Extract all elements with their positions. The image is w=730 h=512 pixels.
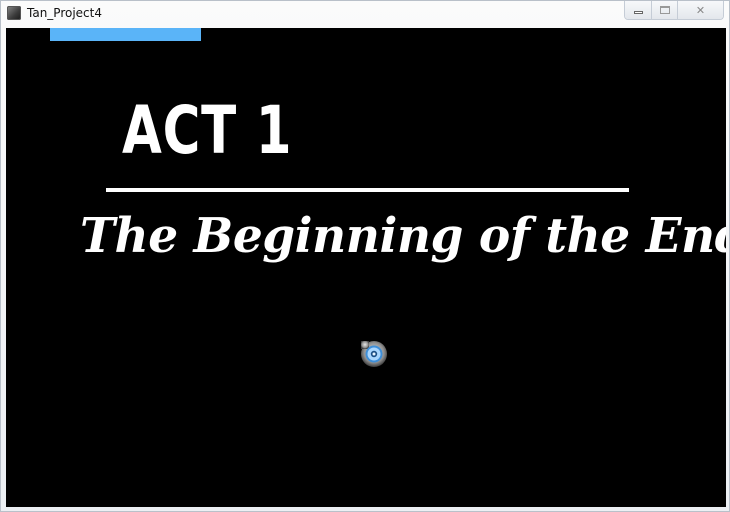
act-subtitle: The Beginning of the End: [80, 208, 726, 264]
app-window: Tan_Project4 ✕ ACT 1 The Beginning of th…: [0, 0, 730, 512]
window-title: Tan_Project4: [27, 6, 102, 20]
act-title: ACT 1: [122, 92, 293, 169]
close-icon: ✕: [695, 3, 706, 17]
app-icon[interactable]: [7, 6, 21, 20]
close-button[interactable]: ✕: [677, 1, 723, 19]
title-divider: [106, 188, 629, 192]
loading-progress-bar: [50, 28, 201, 41]
maximize-icon: [659, 6, 670, 14]
window-controls: ✕: [624, 1, 724, 20]
game-canvas[interactable]: ACT 1 The Beginning of the End: [6, 28, 726, 507]
minimize-icon: [633, 10, 643, 14]
minimize-button[interactable]: [625, 1, 651, 19]
title-bar[interactable]: Tan_Project4 ✕: [1, 1, 729, 27]
loading-spinner-icon: [361, 341, 387, 367]
maximize-button[interactable]: [651, 1, 677, 19]
